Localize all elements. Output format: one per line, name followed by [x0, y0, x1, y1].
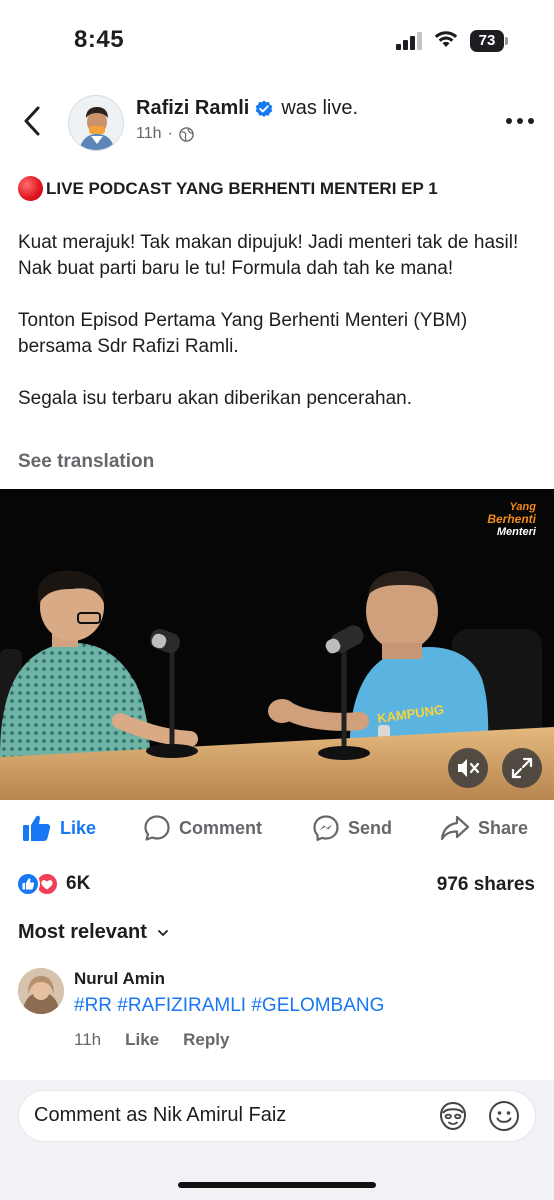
fullscreen-icon: [511, 757, 533, 779]
logo-line: Berhenti: [487, 512, 536, 526]
live-status: was live.: [281, 97, 359, 119]
home-indicator[interactable]: [178, 1182, 376, 1188]
comment-input-placeholder[interactable]: Comment as Nik Amirul Faiz: [34, 1104, 286, 1127]
post-meta: 11h ·: [136, 125, 194, 143]
emoji-icon[interactable]: [487, 1099, 521, 1133]
comment-author[interactable]: Nurul Amin: [74, 969, 165, 989]
comment-like-button[interactable]: Like: [125, 1030, 159, 1050]
avatar-sticker-icon[interactable]: [436, 1099, 470, 1133]
like-reaction-icon: [16, 872, 40, 896]
globe-icon: [179, 126, 194, 142]
send-label: Send: [348, 817, 393, 838]
post-title: LIVE PODCAST YANG BERHENTI MENTERI EP 1: [18, 176, 438, 201]
share-icon: [440, 815, 470, 841]
author-name[interactable]: Rafizi Ramli: [136, 97, 249, 120]
post-action-bar: Like Comment Send Share: [0, 808, 554, 850]
author-avatar[interactable]: [68, 95, 124, 151]
comment-icon: [144, 815, 170, 841]
comment-meta: 11h Like Reply: [74, 1030, 253, 1050]
comment-sort-dropdown[interactable]: Most relevant: [18, 921, 169, 944]
comment-reply-button[interactable]: Reply: [183, 1030, 229, 1050]
post-title-text: LIVE PODCAST YANG BERHENTI MENTERI EP 1: [46, 178, 438, 198]
status-time: 8:45: [74, 26, 125, 53]
status-bar: 8:45 73: [0, 0, 554, 84]
back-arrow-icon[interactable]: [18, 104, 48, 138]
post-time[interactable]: 11h: [136, 125, 162, 143]
like-label: Like: [60, 817, 97, 838]
author-line: Rafizi Ramli was live.: [136, 97, 358, 120]
logo-line: Menteri: [496, 526, 536, 538]
comment-time: 11h: [74, 1030, 102, 1049]
cellular-signal-icon: [396, 32, 422, 50]
verified-badge-icon: [256, 100, 273, 117]
comment-label: Comment: [179, 817, 263, 838]
post-paragraph: Kuat merajuk! Tak makan dipujuk! Jadi me…: [18, 232, 519, 279]
comment-button[interactable]: Comment: [143, 814, 262, 842]
messenger-icon: [313, 815, 339, 841]
see-translation-link[interactable]: See translation: [18, 451, 154, 473]
mute-icon: [458, 759, 480, 777]
like-icon: [23, 815, 51, 841]
battery-indicator: 73: [470, 30, 508, 52]
send-button[interactable]: Send: [312, 814, 392, 842]
chevron-down-icon: [158, 929, 168, 936]
red-circle-icon: [18, 176, 43, 201]
sort-label: Most relevant: [18, 921, 147, 943]
like-button[interactable]: Like: [22, 814, 96, 842]
video-player[interactable]: KAMPUNG Yang Berhenti Menteri: [0, 489, 554, 800]
post-body: Kuat merajuk! Tak makan dipujuk! Jadi me…: [18, 230, 538, 438]
share-label: Share: [478, 817, 529, 838]
comment-text[interactable]: #RR #RAFIZIRAMLI #GELOMBANG: [74, 995, 384, 1017]
post-paragraph: Segala isu terbaru akan diberikan pencer…: [18, 388, 412, 409]
battery-cap: [505, 37, 508, 45]
battery-level: 73: [470, 30, 504, 52]
reaction-count: 6K: [66, 873, 91, 894]
share-count[interactable]: 976 shares: [437, 874, 535, 896]
meta-separator: ·: [167, 125, 173, 142]
wifi-icon: [434, 31, 458, 47]
mute-button[interactable]: [448, 748, 488, 788]
reactions-summary[interactable]: 6K: [16, 872, 90, 896]
show-logo: Yang Berhenti Menteri: [476, 501, 536, 541]
post-paragraph: Tonton Episod Pertama Yang Berhenti Ment…: [18, 310, 468, 357]
commenter-avatar[interactable]: [18, 968, 64, 1014]
more-icon[interactable]: [505, 116, 535, 126]
share-button[interactable]: Share: [440, 814, 528, 842]
fullscreen-button[interactable]: [502, 748, 542, 788]
